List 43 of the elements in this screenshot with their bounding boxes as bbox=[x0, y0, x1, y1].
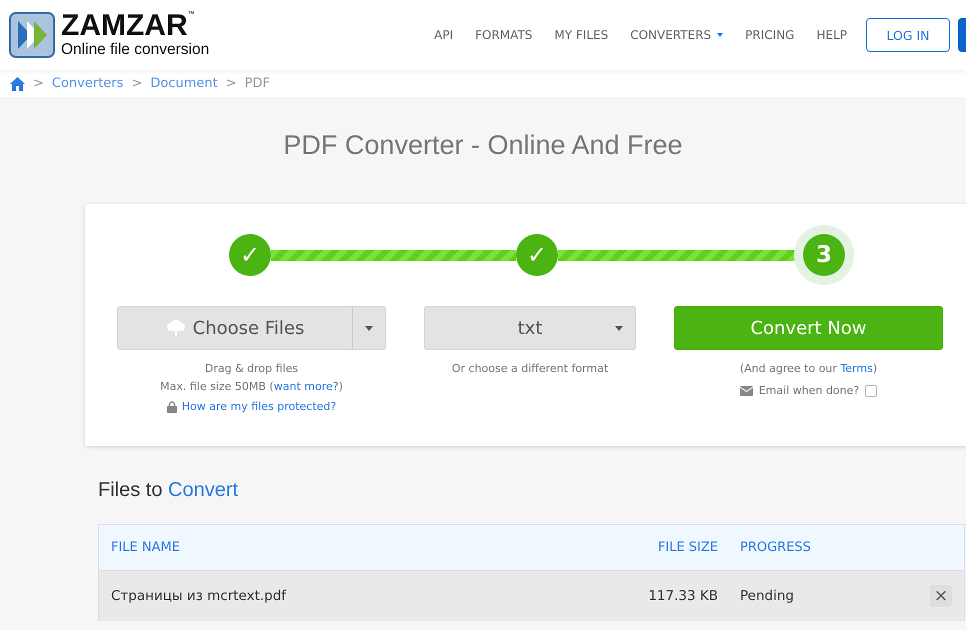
nav-link[interactable]: PRICING bbox=[734, 28, 806, 42]
login-button[interactable]: LOG IN bbox=[866, 18, 950, 52]
header-button[interactable] bbox=[958, 18, 966, 52]
step-indicator: 3 bbox=[803, 234, 845, 276]
nav-link[interactable]: HELP bbox=[805, 28, 858, 42]
remove-button[interactable]: × bbox=[930, 585, 952, 607]
email-label: Email when done? bbox=[758, 384, 860, 397]
nav-link[interactable]: MY FILES bbox=[543, 28, 620, 42]
column-header: FILE NAME bbox=[110, 540, 181, 555]
nav-link[interactable]: API bbox=[423, 28, 464, 42]
column-header: FILE SIZE bbox=[656, 540, 718, 555]
choose-files-main[interactable]: Choose Files bbox=[118, 307, 353, 349]
file-size: 117.33 KB bbox=[647, 588, 718, 604]
file-size-limit: Max. file size 50MB (want more?) bbox=[160, 379, 343, 395]
breadcrumb-separator: > bbox=[226, 76, 237, 91]
step-indicator: ✓ bbox=[229, 234, 271, 276]
cloud-upload-icon bbox=[166, 319, 186, 337]
want-more-link[interactable]: want more? bbox=[274, 380, 339, 393]
logo-tagline: Online file conversion bbox=[61, 41, 210, 59]
format-hint: Or choose a different format bbox=[452, 361, 608, 377]
lock-icon bbox=[166, 400, 177, 412]
email-checkbox[interactable] bbox=[865, 384, 878, 396]
file-name: Страницы из mcrtext.pdf bbox=[110, 588, 288, 604]
protection-link[interactable]: How are my files protected? bbox=[182, 400, 336, 413]
files-heading: Files to Convert bbox=[98, 479, 240, 502]
breadcrumb-link[interactable]: Document bbox=[150, 76, 218, 91]
nav-link[interactable]: FORMATS bbox=[464, 28, 544, 42]
terms-link[interactable]: Terms bbox=[840, 362, 873, 375]
format-select[interactable]: txt bbox=[424, 306, 636, 350]
breadcrumb-separator: > bbox=[131, 76, 142, 91]
logo-name: ZAMZAR bbox=[61, 11, 188, 41]
breadcrumb-separator: > bbox=[33, 76, 44, 91]
column-header: PROGRESS bbox=[739, 540, 812, 555]
choose-files-button[interactable]: Choose Files bbox=[117, 306, 386, 350]
home-icon bbox=[10, 76, 25, 90]
logo-icon bbox=[9, 12, 55, 58]
nav-link[interactable]: CONVERTERS bbox=[619, 28, 734, 42]
terms-note: (And agree to our Terms) bbox=[740, 361, 878, 377]
breadcrumb-link[interactable]: Converters bbox=[52, 76, 124, 91]
drag-drop-hint: Drag & drop files bbox=[204, 361, 298, 377]
page-title: PDF Converter - Online And Free bbox=[282, 130, 684, 161]
step-indicator: ✓ bbox=[516, 234, 558, 276]
envelope-icon bbox=[740, 386, 753, 396]
